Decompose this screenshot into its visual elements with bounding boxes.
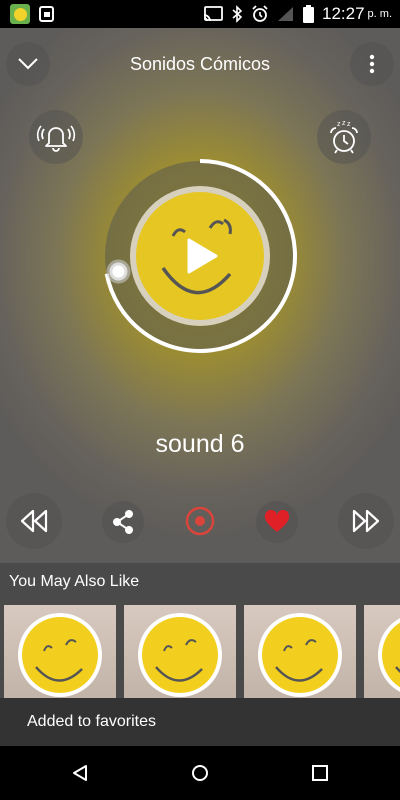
section-title: You May Also Like (9, 573, 140, 590)
player-area: Sonidos Cómicos z z z sound 6 (0, 28, 400, 563)
record-button[interactable] (184, 505, 216, 537)
alarm-clock-icon: z z z (330, 120, 358, 154)
recommendation-card[interactable] (124, 605, 236, 698)
sound-name: sound 6 (155, 430, 245, 458)
smiley-icon (18, 613, 102, 697)
recents-square-icon (312, 765, 328, 781)
alarm-button[interactable]: z z z (317, 110, 371, 164)
favorite-button[interactable] (256, 501, 298, 543)
clock-period: p. m. (367, 8, 392, 20)
screenshot-notification-icon (39, 6, 54, 22)
heart-icon (264, 510, 290, 532)
share-button[interactable] (102, 501, 144, 543)
bell-ringing-icon (36, 125, 76, 152)
recommendation-card[interactable] (364, 605, 400, 698)
ringtone-button[interactable] (29, 110, 83, 164)
svg-text:z: z (337, 121, 341, 128)
progress-knob[interactable] (106, 259, 131, 284)
cast-icon (203, 6, 223, 22)
rewind-button[interactable] (6, 493, 62, 549)
fast-forward-button[interactable] (338, 493, 394, 549)
svg-text:z: z (347, 121, 351, 128)
svg-text:z: z (342, 120, 346, 127)
app-notification-icon (10, 4, 30, 24)
more-options-button[interactable] (350, 42, 394, 86)
rewind-icon (20, 509, 48, 533)
recents-button[interactable] (306, 759, 334, 787)
top-bar: Sonidos Cómicos (0, 42, 400, 86)
share-icon (113, 510, 133, 534)
recommendation-card[interactable] (244, 605, 356, 698)
signal-icon (278, 7, 293, 21)
navigation-bar (0, 746, 400, 800)
play-disc (104, 159, 297, 353)
record-icon (185, 506, 215, 536)
snackbar-message: Added to favorites (27, 713, 156, 730)
battery-icon (303, 5, 314, 23)
back-button[interactable] (66, 759, 94, 787)
snackbar: Added to favorites (0, 698, 400, 746)
back-triangle-icon (73, 765, 87, 781)
status-bar: 12:27 p. m. (0, 0, 400, 28)
recommendations-section: You May Also Like (0, 563, 400, 698)
bluetooth-icon (232, 5, 243, 23)
home-button[interactable] (186, 759, 214, 787)
more-vert-icon (369, 54, 375, 74)
home-circle-icon (192, 765, 208, 781)
fast-forward-icon (352, 509, 380, 533)
smiley-icon (258, 613, 342, 697)
smiley-icon (378, 618, 400, 692)
recommendation-card[interactable] (4, 605, 116, 698)
smiley-icon (138, 613, 222, 697)
alarm-status-icon (252, 5, 268, 22)
recommendation-list (4, 605, 400, 698)
clock-time: 12:27 (322, 4, 365, 23)
page-title: Sonidos Cómicos (129, 54, 271, 74)
